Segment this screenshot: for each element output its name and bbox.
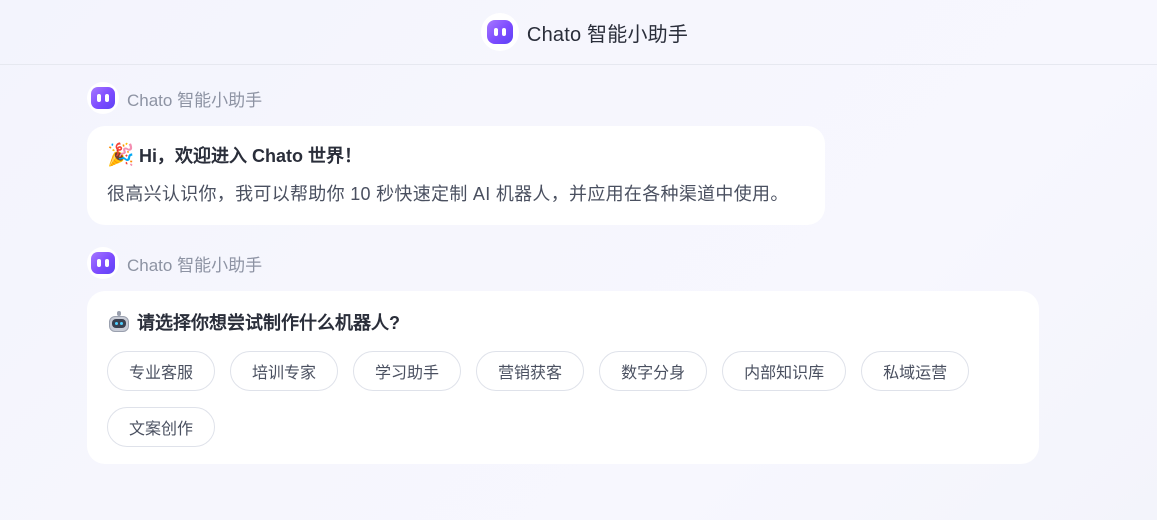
option-chip-knowledge-base[interactable]: 内部知识库 — [722, 351, 847, 391]
choose-robot-bubble: 请选择你想尝试制作什么机器人? 专业客服 培训专家 学习助手 营销获客 数字分身… — [87, 291, 1039, 464]
option-chip-private-domain[interactable]: 私域运营 — [861, 351, 970, 391]
robot-face-icon — [107, 311, 131, 333]
chato-robot-logo-icon — [91, 252, 115, 274]
sender-name: Chato 智能小助手 — [127, 255, 263, 275]
option-chip-digital-avatar[interactable]: 数字分身 — [599, 351, 708, 391]
welcome-text: 很高兴认识你，我可以帮助你 10 秒快速定制 AI 机器人，并应用在各种渠道中使… — [107, 184, 789, 204]
welcome-title-row: 🎉 Hi，欢迎进入 Chato 世界！ — [107, 142, 805, 168]
option-chip-marketing[interactable]: 营销获客 — [476, 351, 585, 391]
message-sender: Chato 智能小助手 — [87, 82, 262, 114]
welcome-message-bubble: 🎉 Hi，欢迎进入 Chato 世界！ 很高兴认识你，我可以帮助你 10 秒快速… — [87, 126, 825, 225]
choose-robot-title-row: 请选择你想尝试制作什么机器人? — [107, 309, 1019, 335]
choose-robot-title: 请选择你想尝试制作什么机器人? — [137, 313, 400, 333]
header-bar: Chato 智能小助手 — [0, 0, 1157, 65]
sender-avatar — [87, 82, 119, 114]
message-sender: Chato 智能小助手 — [87, 247, 262, 279]
header-brand: Chato 智能小助手 — [480, 13, 689, 51]
sender-name: Chato 智能小助手 — [127, 90, 263, 110]
chato-robot-logo-icon — [486, 20, 513, 44]
option-chip-training-expert[interactable]: 培训专家 — [230, 351, 339, 391]
robot-type-options: 专业客服 培训专家 学习助手 营销获客 数字分身 内部知识库 私域运营 文案创作 — [107, 351, 1007, 447]
sender-avatar — [87, 247, 119, 279]
party-popper-icon: 🎉 — [107, 142, 135, 167]
chato-robot-logo-icon — [91, 87, 115, 109]
option-chip-study-assistant[interactable]: 学习助手 — [353, 351, 462, 391]
page-title: Chato 智能小助手 — [526, 23, 689, 46]
header-logo — [480, 13, 519, 51]
welcome-title: Hi，欢迎进入 Chato 世界！ — [139, 146, 362, 166]
option-chip-copywriting[interactable]: 文案创作 — [107, 407, 216, 447]
option-chip-professional-cs[interactable]: 专业客服 — [107, 351, 216, 391]
